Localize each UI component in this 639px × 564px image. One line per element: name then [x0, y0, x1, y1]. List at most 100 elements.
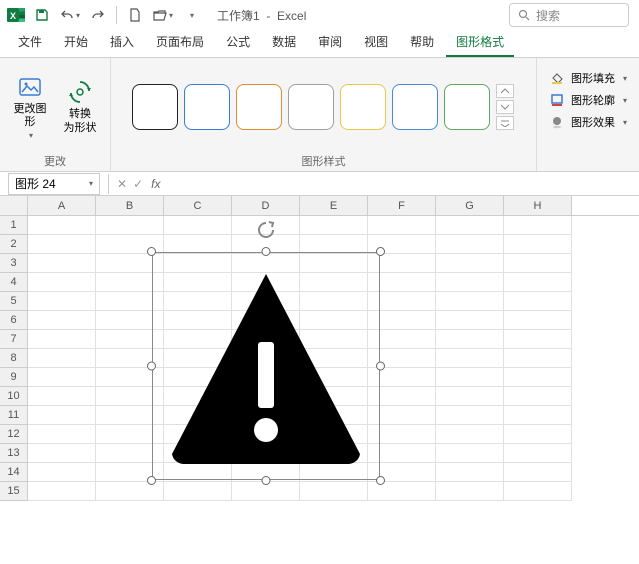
tab-审阅[interactable]: 审阅	[308, 28, 352, 57]
row-header-4[interactable]: 4	[0, 273, 28, 292]
cell[interactable]	[28, 311, 96, 330]
cell[interactable]	[28, 368, 96, 387]
save-button[interactable]	[30, 3, 54, 27]
row-header-11[interactable]: 11	[0, 406, 28, 425]
cell[interactable]	[504, 406, 572, 425]
row-header-1[interactable]: 1	[0, 216, 28, 235]
resize-handle-br[interactable]	[376, 476, 385, 485]
select-all-corner[interactable]	[0, 196, 28, 215]
shape-fill-button[interactable]: 图形填充 ▾	[545, 68, 631, 88]
column-header-G[interactable]: G	[436, 196, 504, 215]
cell[interactable]	[164, 216, 232, 235]
cell[interactable]	[368, 216, 436, 235]
cell[interactable]	[28, 330, 96, 349]
column-header-C[interactable]: C	[164, 196, 232, 215]
cell[interactable]	[28, 482, 96, 501]
cell[interactable]	[96, 482, 164, 501]
cell[interactable]	[436, 444, 504, 463]
cell[interactable]	[436, 235, 504, 254]
column-header-F[interactable]: F	[368, 196, 436, 215]
tab-公式[interactable]: 公式	[216, 28, 260, 57]
shape-effects-button[interactable]: 图形效果 ▾	[545, 112, 631, 132]
open-file-button[interactable]: ▾	[151, 3, 175, 27]
cell[interactable]	[28, 216, 96, 235]
row-header-10[interactable]: 10	[0, 387, 28, 406]
tab-帮助[interactable]: 帮助	[400, 28, 444, 57]
cell[interactable]	[28, 387, 96, 406]
cell[interactable]	[504, 235, 572, 254]
row-header-6[interactable]: 6	[0, 311, 28, 330]
row-header-13[interactable]: 13	[0, 444, 28, 463]
cell[interactable]	[28, 254, 96, 273]
style-swatch-2[interactable]	[236, 84, 282, 130]
gallery-more-button[interactable]	[496, 116, 514, 130]
cell[interactable]	[436, 425, 504, 444]
cell[interactable]	[504, 216, 572, 235]
cell[interactable]	[504, 349, 572, 368]
redo-button[interactable]	[86, 3, 110, 27]
cell[interactable]	[504, 425, 572, 444]
enter-formula-button[interactable]: ✓	[133, 177, 143, 191]
row-header-15[interactable]: 15	[0, 482, 28, 501]
resize-handle-b[interactable]	[262, 476, 271, 485]
cell[interactable]	[504, 311, 572, 330]
undo-button[interactable]: ▾	[58, 3, 82, 27]
cell[interactable]	[436, 311, 504, 330]
row-header-7[interactable]: 7	[0, 330, 28, 349]
tab-文件[interactable]: 文件	[8, 28, 52, 57]
rotate-handle[interactable]	[256, 220, 276, 243]
style-swatch-4[interactable]	[340, 84, 386, 130]
gallery-down-button[interactable]	[496, 100, 514, 114]
tab-视图[interactable]: 视图	[354, 28, 398, 57]
search-input[interactable]: 搜索	[509, 3, 629, 27]
shape-outline-button[interactable]: 图形轮廓 ▾	[545, 90, 631, 110]
qat-customize-button[interactable]: ▾	[179, 3, 203, 27]
cell[interactable]	[504, 330, 572, 349]
convert-to-shape-button[interactable]: 转换 为形状	[58, 76, 102, 136]
style-swatch-1[interactable]	[184, 84, 230, 130]
gallery-up-button[interactable]	[496, 84, 514, 98]
row-header-8[interactable]: 8	[0, 349, 28, 368]
tab-图形格式[interactable]: 图形格式	[446, 28, 514, 57]
warning-triangle-shape[interactable]	[164, 268, 368, 464]
cell[interactable]	[368, 482, 436, 501]
tab-开始[interactable]: 开始	[54, 28, 98, 57]
tab-数据[interactable]: 数据	[262, 28, 306, 57]
cell[interactable]	[28, 463, 96, 482]
row-header-12[interactable]: 12	[0, 425, 28, 444]
cell[interactable]	[300, 482, 368, 501]
resize-handle-tl[interactable]	[147, 247, 156, 256]
row-header-5[interactable]: 5	[0, 292, 28, 311]
cell[interactable]	[504, 482, 572, 501]
cell[interactable]	[436, 254, 504, 273]
style-swatch-0[interactable]	[132, 84, 178, 130]
change-graphic-button[interactable]: 更改图 形 ▾	[8, 71, 52, 142]
cell[interactable]	[436, 216, 504, 235]
cell[interactable]	[436, 368, 504, 387]
cancel-formula-button[interactable]: ✕	[117, 177, 127, 191]
cell[interactable]	[28, 406, 96, 425]
cell[interactable]	[436, 463, 504, 482]
cell[interactable]	[436, 330, 504, 349]
shape-selection[interactable]	[152, 252, 380, 480]
row-header-9[interactable]: 9	[0, 368, 28, 387]
name-box[interactable]: 图形 24 ▾	[8, 173, 100, 195]
new-file-button[interactable]	[123, 3, 147, 27]
cell[interactable]	[504, 292, 572, 311]
cell[interactable]	[28, 444, 96, 463]
column-header-A[interactable]: A	[28, 196, 96, 215]
cell[interactable]	[436, 349, 504, 368]
row-header-14[interactable]: 14	[0, 463, 28, 482]
cell[interactable]	[504, 273, 572, 292]
cell[interactable]	[504, 444, 572, 463]
column-header-H[interactable]: H	[504, 196, 572, 215]
resize-handle-t[interactable]	[262, 247, 271, 256]
cell[interactable]	[28, 349, 96, 368]
cell[interactable]	[436, 292, 504, 311]
cell[interactable]	[300, 216, 368, 235]
cell[interactable]	[28, 273, 96, 292]
column-header-D[interactable]: D	[232, 196, 300, 215]
column-header-B[interactable]: B	[96, 196, 164, 215]
cell[interactable]	[436, 482, 504, 501]
tab-插入[interactable]: 插入	[100, 28, 144, 57]
